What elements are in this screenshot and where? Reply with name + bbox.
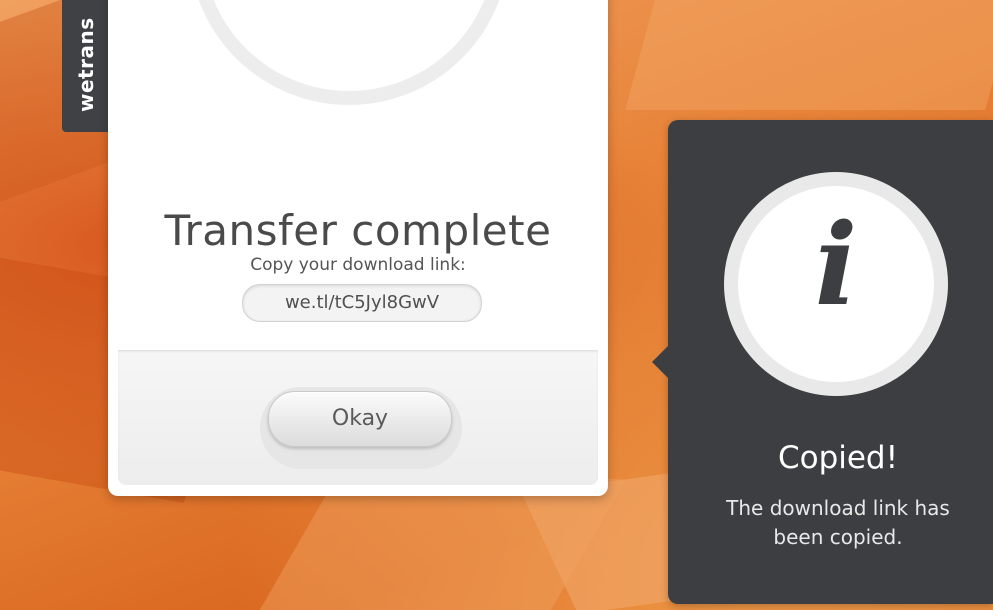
brand-tab[interactable]: wetrans xyxy=(62,0,110,132)
dialog-subtitle: Copy your download link: xyxy=(250,255,466,275)
transfer-dialog: Transfer complete Copy your download lin… xyxy=(108,0,608,496)
status-ring xyxy=(189,0,509,105)
download-link-field[interactable]: we.tl/tC5Jyl8GwV xyxy=(242,284,482,322)
okay-button[interactable]: Okay xyxy=(268,391,452,447)
tooltip-message: The download link has been copied. xyxy=(726,496,950,549)
dialog-footer: Okay xyxy=(118,350,598,485)
dialog-title: Transfer complete xyxy=(164,206,552,255)
info-glyph: i xyxy=(814,200,858,331)
info-icon: i xyxy=(724,172,948,396)
background-shape xyxy=(625,0,993,110)
brand-logo-text: wetrans xyxy=(74,17,98,112)
tooltip-arrow xyxy=(652,346,668,378)
tooltip-title: Copied! xyxy=(777,440,899,476)
copied-tooltip: i Copied! The download link has been cop… xyxy=(652,120,993,604)
